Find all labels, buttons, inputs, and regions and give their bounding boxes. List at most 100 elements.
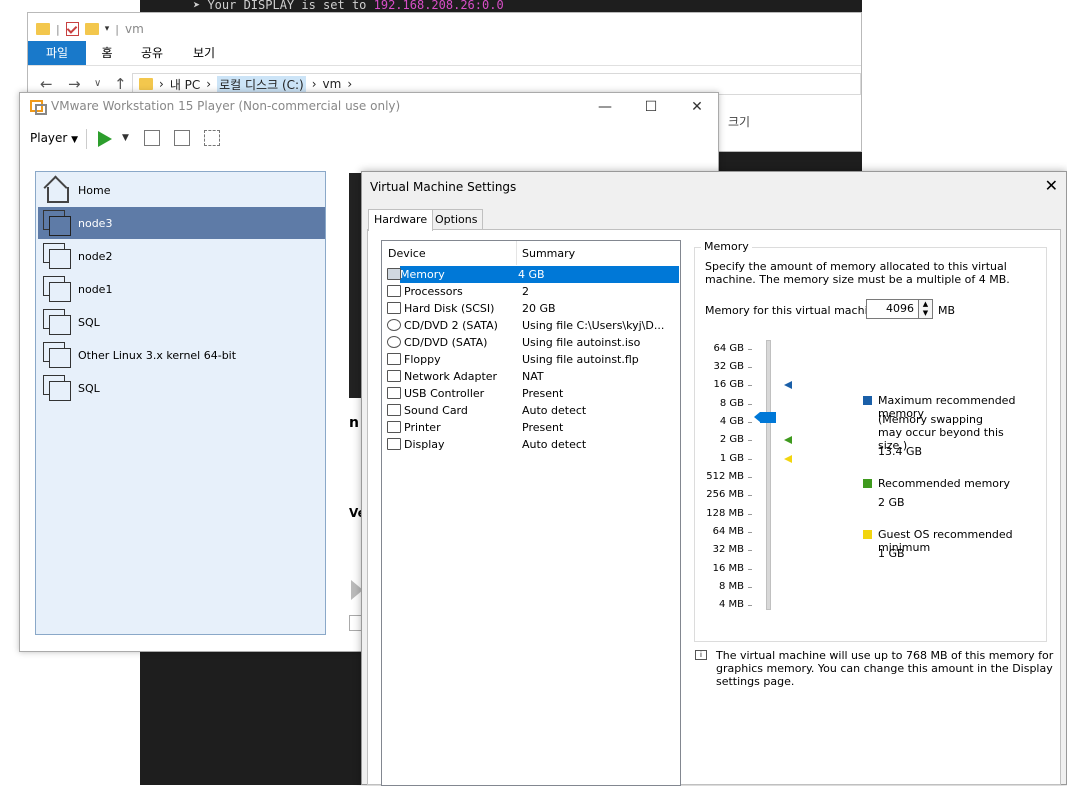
memory-slider-track[interactable] (766, 340, 771, 610)
vm-name-heading: n (349, 415, 359, 431)
scale-label: 128 MB (706, 508, 744, 519)
scale-label: 32 MB (712, 544, 744, 555)
terminal-prefix: ➤ Your DISPLAY is set to (193, 0, 374, 12)
breadcrumb-vm[interactable]: vm (323, 77, 342, 91)
device-row-hard-disk[interactable]: Hard Disk (SCSI) 20 GB (387, 300, 679, 317)
spin-down-icon[interactable]: ▼ (919, 309, 932, 318)
recent-dropdown-icon[interactable]: ∨ (94, 78, 101, 89)
play-dropdown-icon[interactable]: ▼ (122, 133, 129, 143)
folder-icon[interactable] (36, 23, 50, 35)
customize-dropdown-icon[interactable]: ▾ (105, 24, 110, 34)
tab-home[interactable]: 홈 (92, 41, 122, 65)
library-item-label: SQL (78, 381, 100, 395)
device-row-usb-controller[interactable]: USB Controller Present (387, 385, 679, 402)
tab-view[interactable]: 보기 (186, 41, 222, 65)
library-item-label: node3 (78, 216, 113, 230)
vm-icon (43, 210, 73, 236)
device-row-network-adapter[interactable]: Network Adapter NAT (387, 368, 679, 385)
unity-icon[interactable] (204, 130, 220, 146)
memory-spinner[interactable]: ▲ ▼ (919, 299, 933, 319)
device-name: Hard Disk (SCSI) (404, 302, 495, 315)
maximize-button[interactable]: ☐ (628, 95, 674, 119)
scale-tick (748, 385, 752, 386)
ribbon-tabs: 파일 홈 공유 보기 (28, 41, 861, 66)
close-icon[interactable]: ✕ (1045, 176, 1058, 195)
library-item-sql[interactable]: SQL (38, 306, 325, 338)
hard-disk-icon (387, 302, 401, 314)
summary-column-header[interactable]: Summary (522, 247, 575, 260)
memory-description: Specify the amount of memory allocated t… (705, 260, 1010, 286)
scale-tick (748, 532, 752, 533)
forward-arrow-icon[interactable]: → (68, 75, 81, 93)
fullscreen-icon[interactable] (174, 130, 190, 146)
network-icon (387, 370, 401, 382)
toolbar-separator (86, 129, 87, 149)
memory-size-input[interactable]: 4096 (866, 299, 919, 319)
device-row-display[interactable]: Display Auto detect (387, 436, 679, 453)
scale-tick (748, 404, 752, 405)
floppy-icon (387, 353, 401, 365)
device-row-cd-dvd[interactable]: CD/DVD (SATA) Using file autoinst.iso (387, 334, 679, 351)
up-arrow-icon[interactable]: ↑ (114, 75, 127, 93)
device-row-cd-dvd-2[interactable]: CD/DVD 2 (SATA) Using file C:\Users\kyj\… (387, 317, 679, 334)
properties-icon[interactable] (65, 22, 79, 36)
library-item-other-linux[interactable]: Other Linux 3.x kernel 64-bit (38, 339, 325, 371)
library-item-node1[interactable]: node1 (38, 273, 325, 305)
vm-icon (43, 309, 73, 335)
minimum-marker-icon (784, 455, 792, 463)
scale-label: 4 GB (719, 416, 744, 427)
library-item-home[interactable]: Home (38, 174, 325, 206)
library-item-node3[interactable]: node3 (38, 207, 325, 239)
max-legend-value: 13.4 GB (878, 445, 923, 458)
separator: | (56, 22, 60, 36)
scale-tick (748, 605, 752, 606)
library-item-label: SQL (78, 315, 100, 329)
breadcrumb-this-pc[interactable]: 내 PC (170, 76, 200, 93)
scale-tick (748, 367, 752, 368)
scale-label: 32 GB (713, 361, 744, 372)
tab-options[interactable]: Options (429, 209, 484, 230)
home-icon (43, 177, 73, 203)
device-summary: NAT (522, 370, 544, 383)
tab-hardware[interactable]: Hardware (368, 209, 434, 231)
close-button[interactable]: ✕ (674, 95, 720, 119)
scale-tick (748, 514, 752, 515)
breadcrumb-local-disk[interactable]: 로컬 디스크 (C:) (217, 75, 306, 93)
device-row-processors[interactable]: Processors 2 (387, 283, 679, 300)
device-summary: Auto detect (522, 404, 587, 417)
device-column-header[interactable]: Device (388, 247, 426, 260)
device-row-printer[interactable]: Printer Present (387, 419, 679, 436)
device-list[interactable]: Device Summary Memory 4 GB Processors 2 … (381, 240, 681, 786)
play-icon[interactable] (98, 131, 112, 147)
scale-tick (748, 495, 752, 496)
chevron-down-icon: ▼ (71, 135, 79, 145)
memory-slider-thumb[interactable] (754, 412, 776, 423)
scale-tick (748, 477, 752, 478)
library-item-node2[interactable]: node2 (38, 240, 325, 272)
column-header-size[interactable]: 크기 (728, 113, 750, 130)
graphics-memory-info: The virtual machine will use up to 768 M… (716, 649, 1054, 688)
player-title: VMware Workstation 15 Player (Non-commer… (51, 99, 401, 113)
info-icon: i (695, 650, 707, 660)
new-folder-icon[interactable] (84, 23, 99, 35)
scale-label: 4 MB (718, 599, 744, 610)
scale-label: 8 GB (719, 398, 744, 409)
tab-share[interactable]: 공유 (134, 41, 170, 65)
recommended-legend-title: Recommended memory (878, 477, 1011, 490)
column-divider[interactable] (516, 241, 517, 265)
device-row-memory[interactable]: Memory 4 GB (400, 266, 679, 283)
scale-tick (748, 459, 752, 460)
scale-label: 64 GB (713, 343, 744, 354)
device-row-sound-card[interactable]: Sound Card Auto detect (387, 402, 679, 419)
spin-up-icon[interactable]: ▲ (919, 300, 932, 309)
send-ctrl-alt-del-icon[interactable] (144, 130, 160, 146)
player-menu-label: Player (30, 131, 68, 145)
minimize-button[interactable]: — (582, 95, 628, 119)
device-row-floppy[interactable]: Floppy Using file autoinst.flp (387, 351, 679, 368)
memory-icon (387, 268, 401, 280)
library-item-sql-2[interactable]: SQL (38, 372, 325, 404)
vm-library: Home node3 node2 node1 SQL Other Linux 3… (35, 171, 326, 635)
back-arrow-icon[interactable]: ← (40, 75, 53, 93)
tab-file[interactable]: 파일 (28, 41, 86, 65)
player-menu-button[interactable]: Player ▼ (30, 131, 78, 145)
